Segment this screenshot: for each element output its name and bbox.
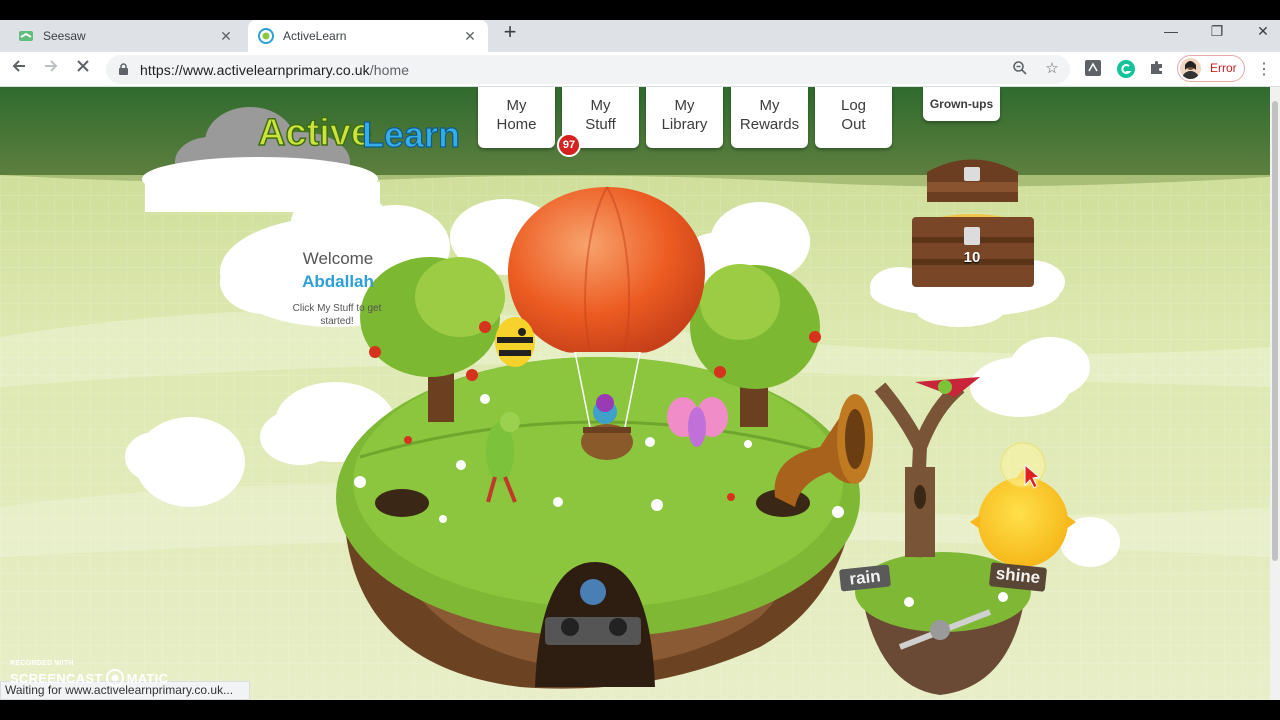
welcome-user-name: Abdallah <box>302 272 374 291</box>
watermark-brand-suffix: MATIC <box>126 670 169 686</box>
url-path: /home <box>369 62 410 78</box>
close-window-icon[interactable]: ✕ <box>1240 20 1280 42</box>
nav-label-line2: Library <box>661 116 708 133</box>
zoom-icon[interactable] <box>1011 60 1029 78</box>
seesaw-icon <box>18 28 34 44</box>
coin-count: 10 <box>963 249 981 266</box>
scrollbar-thumb[interactable] <box>1272 101 1278 561</box>
lock-icon[interactable] <box>118 63 129 81</box>
new-tab-button[interactable]: + <box>498 20 522 44</box>
nav-label-line1: My <box>759 97 780 114</box>
nav-label-line1: My <box>506 97 527 114</box>
welcome-hint: Click My Stuff to get started! <box>292 303 382 327</box>
forward-icon[interactable] <box>39 57 63 81</box>
my-stuff-count-badge: 97 <box>557 133 581 157</box>
nav-my-library[interactable]: My Library <box>646 87 723 148</box>
tab-seesaw[interactable]: Seesaw ✕ <box>8 20 244 52</box>
watermark-recorded-with: RECORDED WITH <box>10 660 74 667</box>
welcome-panel: Welcome Abdallah Click My Stuff to get s… <box>222 227 454 347</box>
bookmark-star-icon[interactable]: ☆ <box>1043 60 1061 78</box>
browser-toolbar: https://www.activelearnprimary.co.uk/hom… <box>0 52 1280 87</box>
nav-label-line2: Out <box>841 116 866 133</box>
close-tab-icon[interactable]: ✕ <box>462 28 478 45</box>
more-menu-icon[interactable]: ⋮ <box>1256 59 1272 79</box>
activelearn-logo: Active Learn <box>257 111 460 155</box>
nav-label-line2: Stuff <box>585 116 616 133</box>
grammarly-icon[interactable] <box>1116 59 1136 79</box>
page-scrollbar[interactable] <box>1270 87 1280 700</box>
nav-label-line2: Rewards <box>739 116 800 133</box>
tab-title: Seesaw <box>43 29 86 43</box>
restore-icon[interactable]: ❐ <box>1194 20 1240 42</box>
profile-error-label: Error <box>1210 61 1237 75</box>
game-scene-illustration: Active Learn <box>0 87 1270 700</box>
window-top-bar <box>0 0 1280 20</box>
nav-label-line1: Log <box>840 97 867 114</box>
bee-character <box>495 317 535 367</box>
address-bar[interactable]: https://www.activelearnprimary.co.uk/hom… <box>106 55 1070 84</box>
nav-my-home[interactable]: My Home <box>478 87 555 148</box>
screencast-logo-icon <box>105 669 124 687</box>
tab-activelearn[interactable]: ActiveLearn ✕ <box>248 20 488 52</box>
avatar <box>1180 58 1201 79</box>
tab-strip: Seesaw ✕ ActiveLearn ✕ <box>0 20 1280 52</box>
nav-label-line2: Home <box>496 116 537 133</box>
stop-loading-icon[interactable] <box>71 57 95 81</box>
activelearn-icon <box>258 28 274 44</box>
extensions-puzzle-icon[interactable] <box>1148 59 1168 79</box>
back-icon[interactable] <box>7 57 31 81</box>
url-host: https://www.activelearnprimary.co.uk <box>140 62 370 78</box>
treasure-chest <box>912 159 1034 287</box>
close-tab-icon[interactable]: ✕ <box>218 28 234 45</box>
page-viewport: Active Learn My Home My Stuff My Library… <box>0 87 1270 700</box>
nav-log-out[interactable]: Log Out <box>815 87 892 148</box>
profile-button[interactable]: Error <box>1177 55 1245 82</box>
pdf-extension-icon[interactable] <box>1084 59 1104 79</box>
grown-ups-button[interactable]: Grown-ups <box>923 87 1000 121</box>
nav-label-line1: My <box>674 97 695 114</box>
watermark-brand: SCREENCAST <box>10 670 103 686</box>
welcome-greeting: Welcome <box>302 249 374 268</box>
screencast-watermark: RECORDED WITH SCREENCAST MATIC <box>10 660 168 687</box>
url-text[interactable]: https://www.activelearnprimary.co.uk/hom… <box>140 62 409 78</box>
tab-title: ActiveLearn <box>283 29 347 43</box>
nav-label-line1: My <box>590 97 611 114</box>
nav-my-rewards[interactable]: My Rewards <box>731 87 808 148</box>
minimize-icon[interactable]: — <box>1148 20 1194 42</box>
svg-text:Active: Active <box>258 112 372 154</box>
svg-text:Learn: Learn <box>362 114 460 155</box>
